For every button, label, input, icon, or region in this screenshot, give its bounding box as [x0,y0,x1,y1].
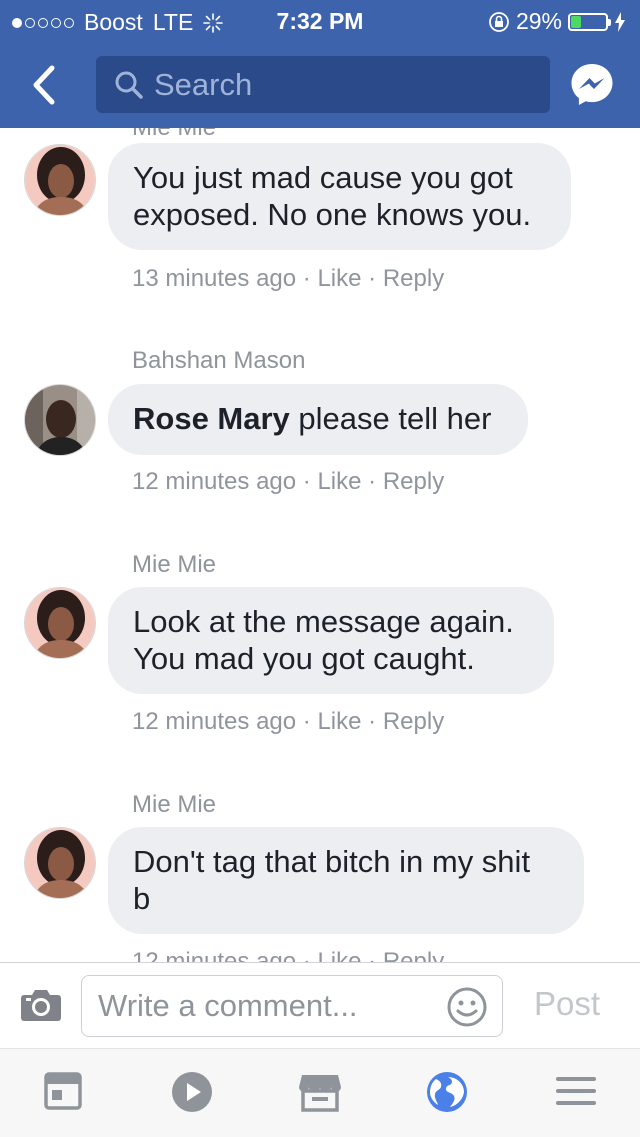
avatar[interactable] [24,384,96,456]
avatar[interactable] [24,144,96,216]
separator: · [368,948,377,962]
notifications-globe-icon[interactable] [426,1071,468,1113]
like-link[interactable]: Like [317,468,361,495]
search-input[interactable]: Search [96,56,550,113]
messenger-icon[interactable] [570,62,614,106]
back-chevron-icon[interactable] [26,62,66,108]
separator: · [368,468,377,495]
like-link[interactable]: Like [317,948,361,962]
comment-text-line: Don't tag that bitch in my shit [133,844,531,879]
profile-photo-woman [25,828,95,898]
reply-link[interactable]: Reply [383,265,444,292]
reply-link[interactable]: Reply [383,948,444,962]
reply-link[interactable]: Reply [383,708,444,735]
comment-meta: 12 minutes ago · Like · Reply [132,948,444,962]
comment-author[interactable]: Mie Mie [132,791,216,819]
like-link[interactable]: Like [317,708,361,735]
separator: · [302,265,311,292]
rotation-lock-icon [489,11,509,32]
search-icon [115,71,143,99]
comment-meta: 12 minutes ago · Like · Reply [132,708,444,736]
comment-input[interactable]: Write a comment... [81,975,503,1037]
separator: · [302,948,311,962]
bottom-tab-bar [0,1048,640,1137]
comment-time: 12 minutes ago [132,708,297,735]
profile-photo-woman [25,145,95,215]
video-icon[interactable] [171,1071,213,1113]
comments-feed[interactable]: Mie Mie You just mad cause you got expos… [0,128,640,962]
comment-text-line: exposed. No one knows you. [133,197,532,232]
like-link[interactable]: Like [317,265,361,292]
separator: · [302,468,311,495]
status-right: 29% [488,8,626,35]
mention-tag[interactable]: Rose Mary [133,401,290,436]
search-placeholder: Search [154,66,253,102]
reply-link[interactable]: Reply [383,468,444,495]
battery-percent: 29% [515,8,562,34]
separator: · [302,708,311,735]
menu-icon[interactable] [556,1071,596,1111]
profile-photo-woman [25,588,95,658]
comment-text-line: please tell her [298,401,492,436]
comment-text-line: You mad you got caught. [133,641,475,676]
comment-meta: 13 minutes ago · Like · Reply [132,265,444,293]
comment-author[interactable]: Mie Mie [132,551,216,579]
separator: · [368,265,377,292]
comment-time: 12 minutes ago [132,948,297,962]
camera-icon[interactable] [20,987,62,1023]
comment-meta: 12 minutes ago · Like · Reply [132,468,444,496]
comment-author-clipped[interactable]: Mie Mie [132,128,216,142]
top-bar: Boost LTE 7:32 PM 29% Search [0,0,640,128]
charging-bolt-icon [615,11,625,32]
comment-time: 13 minutes ago [132,265,297,292]
comment-time: 12 minutes ago [132,468,297,495]
battery-icon [568,12,611,31]
comment-bubble[interactable]: Rose Mary please tell her [108,384,528,455]
comment-composer: Write a comment... Post [0,962,640,1049]
comment-bubble[interactable]: Look at the message again. You mad you g… [108,587,554,694]
news-feed-icon[interactable] [44,1071,82,1111]
comment-text-line: b [133,881,151,916]
emoji-smiley-icon[interactable] [446,986,488,1028]
avatar[interactable] [24,827,96,899]
profile-photo-man [25,385,95,455]
marketplace-icon[interactable] [298,1071,342,1113]
post-button[interactable]: Post [534,985,600,1023]
comment-placeholder: Write a comment... [98,988,358,1023]
comment-bubble[interactable]: Don't tag that bitch in my shit b [108,827,584,934]
status-bar: Boost LTE 7:32 PM 29% [0,0,640,42]
avatar[interactable] [24,587,96,659]
comment-text-line: You just mad cause you got [133,160,513,195]
comment-bubble[interactable]: You just mad cause you got exposed. No o… [108,143,571,250]
separator: · [368,708,377,735]
comment-author[interactable]: Bahshan Mason [132,347,305,375]
comment-text-line: Look at the message again. [133,604,514,639]
